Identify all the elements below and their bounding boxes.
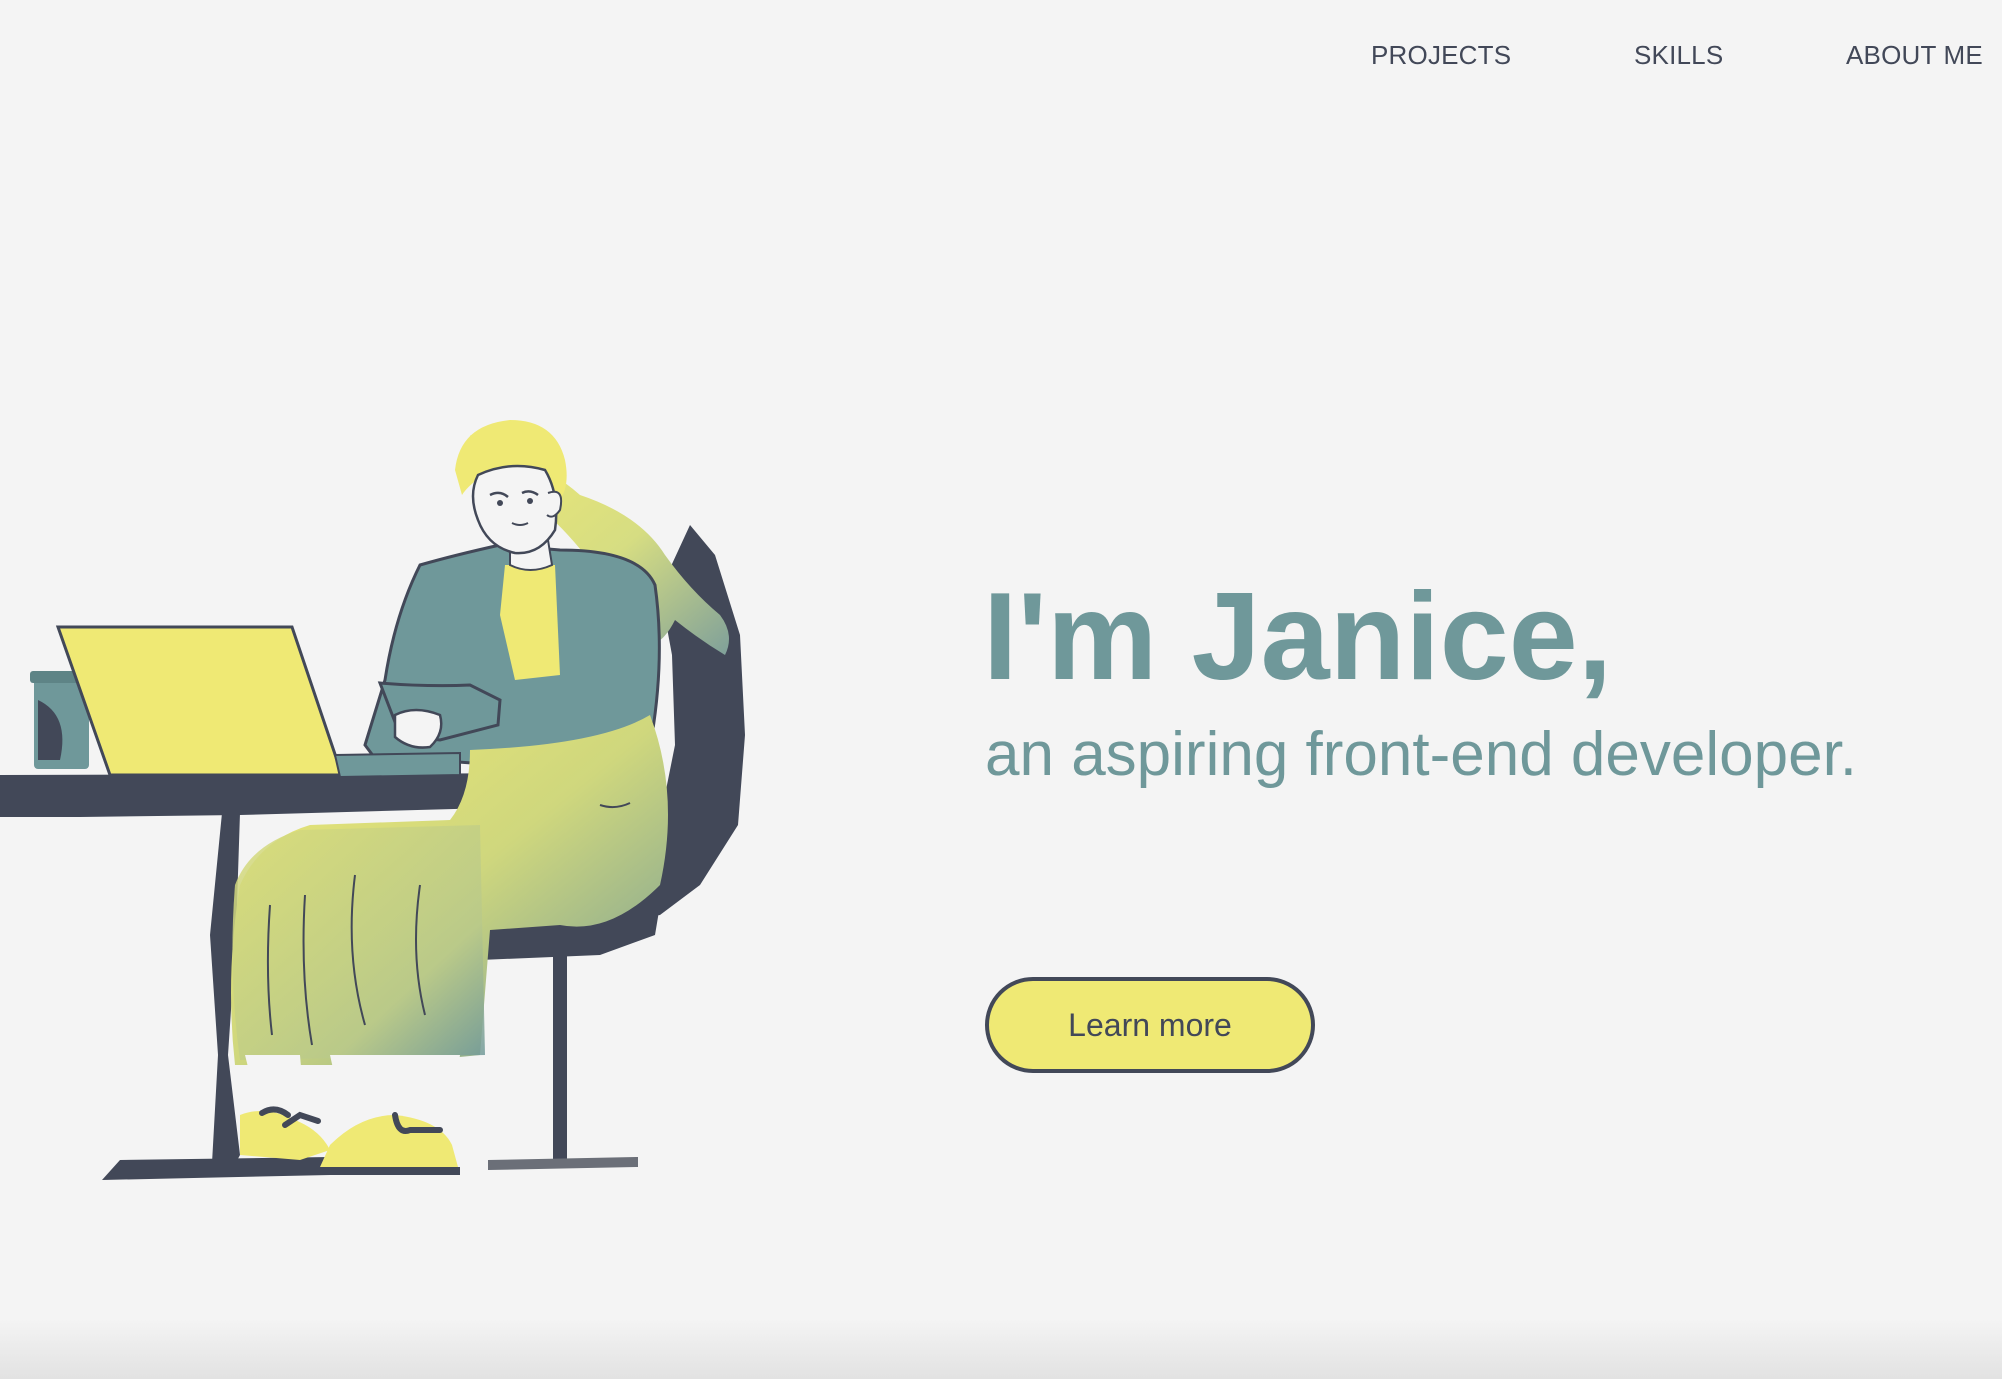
landing-page: PROJECTS SKILLS ABOUT ME I'm Janice, an … xyxy=(0,0,2002,1379)
nav-link-projects[interactable]: PROJECTS xyxy=(1371,40,1511,71)
top-navigation: PROJECTS SKILLS ABOUT ME xyxy=(0,0,2002,112)
face xyxy=(471,464,558,555)
nav-link-about-me[interactable]: ABOUT ME xyxy=(1846,40,1983,71)
hero-title: I'm Janice, xyxy=(983,568,1613,706)
hero-subtitle: an aspiring front-end developer. xyxy=(985,720,1858,789)
shoe-right xyxy=(320,1115,458,1167)
bottom-shadow xyxy=(0,1319,2002,1379)
woman-at-laptop-illustration xyxy=(0,420,745,1180)
laptop xyxy=(55,625,345,777)
nav-link-skills[interactable]: SKILLS xyxy=(1634,40,1723,71)
learn-more-button[interactable]: Learn more xyxy=(985,977,1315,1073)
